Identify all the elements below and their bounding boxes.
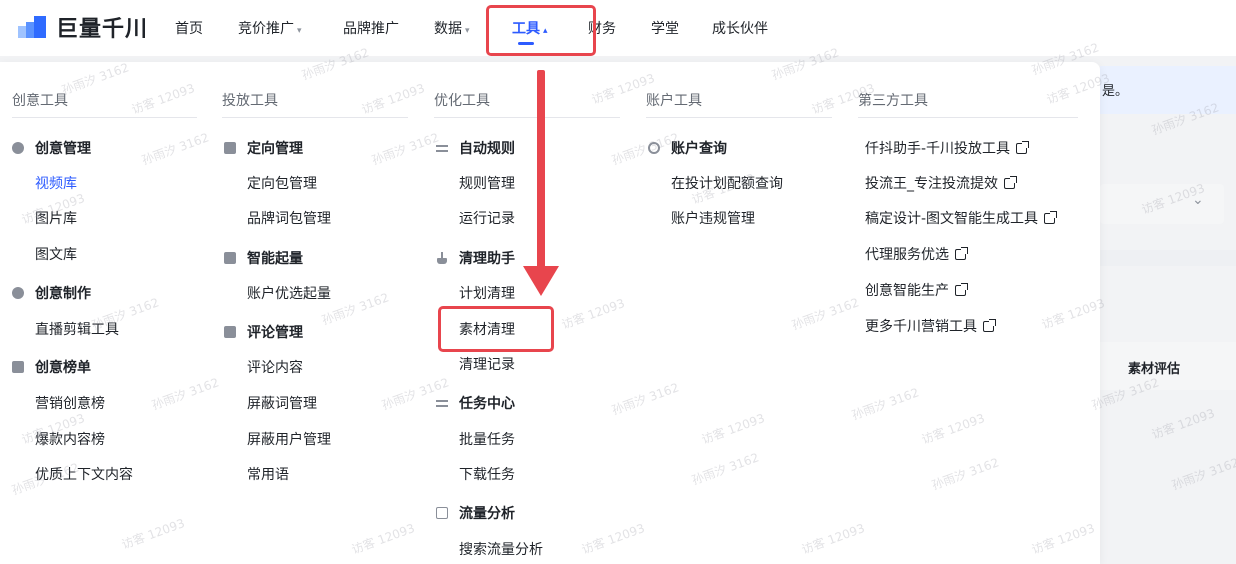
column-title-optimize-tools: 优化工具 xyxy=(434,93,490,109)
menu-item-plan-cleanup[interactable]: 计划清理 xyxy=(459,283,515,303)
nav-data[interactable]: 数据 ▾ xyxy=(434,18,470,38)
menu-item-targeting-package[interactable]: 定向包管理 xyxy=(247,173,317,193)
rules-icon xyxy=(436,142,448,154)
external-link-icon xyxy=(983,318,996,332)
bulb-icon xyxy=(12,287,24,299)
menu-item-qiandou-assistant[interactable]: 仟抖助手-千川投放工具 xyxy=(865,138,1030,158)
menu-item-image-library[interactable]: 图片库 xyxy=(35,208,77,228)
target-icon xyxy=(224,142,236,154)
menu-item-creative-smart-production[interactable]: 创意智能生产 xyxy=(865,280,968,300)
column-title-creative-tools: 创意工具 xyxy=(12,93,68,109)
nav-home[interactable]: 首页 xyxy=(175,18,203,38)
divider-strip xyxy=(1100,250,1236,266)
comment-icon xyxy=(224,326,236,338)
menu-item-hit-content-ranking[interactable]: 爆款内容榜 xyxy=(35,429,105,449)
nav-growth-partner[interactable]: 成长伙伴 xyxy=(712,18,768,38)
chevron-down-icon: ▾ xyxy=(297,26,302,36)
bulb-icon xyxy=(12,142,24,154)
menu-item-video-library[interactable]: 视频库 xyxy=(35,173,77,193)
menu-item-search-traffic-analysis[interactable]: 搜索流量分析 xyxy=(459,539,543,559)
search-ring-icon xyxy=(648,142,660,154)
external-link-icon xyxy=(955,282,968,296)
external-link-icon xyxy=(1004,175,1017,189)
menu-group-smart-boost: 智能起量 xyxy=(224,248,303,268)
menu-group-creative-ranking: 创意榜单 xyxy=(12,357,91,377)
menu-group-auto-rules: 自动规则 xyxy=(436,138,515,158)
watermark: 访客 12093 xyxy=(1149,406,1217,442)
menu-group-cleanup-assistant: 清理助手 xyxy=(436,248,515,268)
ranking-icon xyxy=(12,361,24,373)
nav-brand-promotion[interactable]: 品牌推广 xyxy=(343,18,399,38)
column-title-delivery-tools: 投放工具 xyxy=(222,93,278,109)
menu-group-creative-production: 创意制作 xyxy=(12,283,91,303)
menu-item-more-qianchuan-tools[interactable]: 更多千川营销工具 xyxy=(865,316,996,336)
menu-item-account-violations[interactable]: 账户违规管理 xyxy=(671,208,755,228)
menu-item-comment-content[interactable]: 评论内容 xyxy=(247,357,303,377)
brand-logo-icon xyxy=(18,16,50,38)
divider xyxy=(858,117,1078,118)
table-header-material-evaluation: 素材评估 xyxy=(1128,362,1181,377)
arrow-down-icon xyxy=(523,266,559,296)
menu-item-run-records[interactable]: 运行记录 xyxy=(459,208,515,228)
menu-item-touliuwang[interactable]: 投流王_专注投流提效 xyxy=(865,173,1017,193)
divider xyxy=(12,117,197,118)
chevron-down-icon: ⌄ xyxy=(1192,192,1204,208)
menu-item-gaoding-design[interactable]: 稿定设计-图文智能生成工具 xyxy=(865,208,1058,228)
menu-item-blocked-words[interactable]: 屏蔽词管理 xyxy=(247,393,317,413)
menu-item-marketing-creative-ranking[interactable]: 营销创意榜 xyxy=(35,393,105,413)
menu-item-download-tasks[interactable]: 下载任务 xyxy=(459,464,515,484)
arrow-shaft xyxy=(537,70,545,270)
menu-item-quality-context-content[interactable]: 优质上下文内容 xyxy=(35,464,133,484)
menu-item-blocked-users[interactable]: 屏蔽用户管理 xyxy=(247,429,331,449)
column-title-third-party-tools: 第三方工具 xyxy=(858,93,928,109)
chevron-down-icon: ▾ xyxy=(465,26,470,36)
menu-group-traffic-analysis: 流量分析 xyxy=(436,503,515,523)
menu-item-agency-services[interactable]: 代理服务优选 xyxy=(865,244,968,264)
menu-item-batch-tasks[interactable]: 批量任务 xyxy=(459,429,515,449)
menu-group-task-center: 任务中心 xyxy=(436,393,515,413)
brand-name: 巨量千川 xyxy=(56,17,149,42)
divider xyxy=(434,117,620,118)
menu-item-live-clip-tool[interactable]: 直播剪辑工具 xyxy=(35,319,119,339)
menu-group-targeting-management: 定向管理 xyxy=(224,138,303,158)
broom-icon xyxy=(436,252,448,264)
column-title-account-tools: 账户工具 xyxy=(646,93,702,109)
trend-icon xyxy=(224,252,236,264)
menu-group-comment-management: 评论管理 xyxy=(224,322,303,342)
highlight-box-material-cleanup xyxy=(438,306,554,352)
divider xyxy=(646,117,832,118)
external-link-icon xyxy=(955,246,968,260)
menu-group-creative-management: 创意管理 xyxy=(12,138,91,158)
nav-bid-promotion[interactable]: 竞价推广 ▾ xyxy=(238,18,302,38)
notice-banner-text: 是。 xyxy=(1102,84,1129,99)
watermark: 孙雨汐 3162 xyxy=(1169,455,1236,493)
menu-item-rule-management[interactable]: 规则管理 xyxy=(459,173,515,193)
external-link-icon xyxy=(1016,140,1030,154)
menu-item-account-boost[interactable]: 账户优选起量 xyxy=(247,283,331,303)
nav-academy[interactable]: 学堂 xyxy=(651,18,679,38)
external-link-icon xyxy=(1044,210,1058,224)
chart-icon xyxy=(436,507,448,519)
task-icon xyxy=(436,397,448,409)
menu-item-brand-keyword-package[interactable]: 品牌词包管理 xyxy=(247,208,331,228)
divider xyxy=(222,117,408,118)
top-navigation-bar: 巨量千川 首页 竞价推广 ▾ 品牌推广 数据 ▾ 工具 ▴ 财务 学堂 成长伙伴 xyxy=(0,0,1236,56)
menu-item-plan-quota-query[interactable]: 在投计划配额查询 xyxy=(671,173,783,193)
menu-item-cleanup-records[interactable]: 清理记录 xyxy=(459,354,515,374)
menu-group-account-query: 账户查询 xyxy=(648,138,727,158)
highlight-box-tools-nav xyxy=(486,5,596,56)
menu-item-common-phrases[interactable]: 常用语 xyxy=(247,464,289,484)
brand-logo[interactable]: 巨量千川 xyxy=(18,12,148,42)
filter-select[interactable] xyxy=(1100,184,1224,224)
menu-item-graphic-library[interactable]: 图文库 xyxy=(35,244,77,264)
